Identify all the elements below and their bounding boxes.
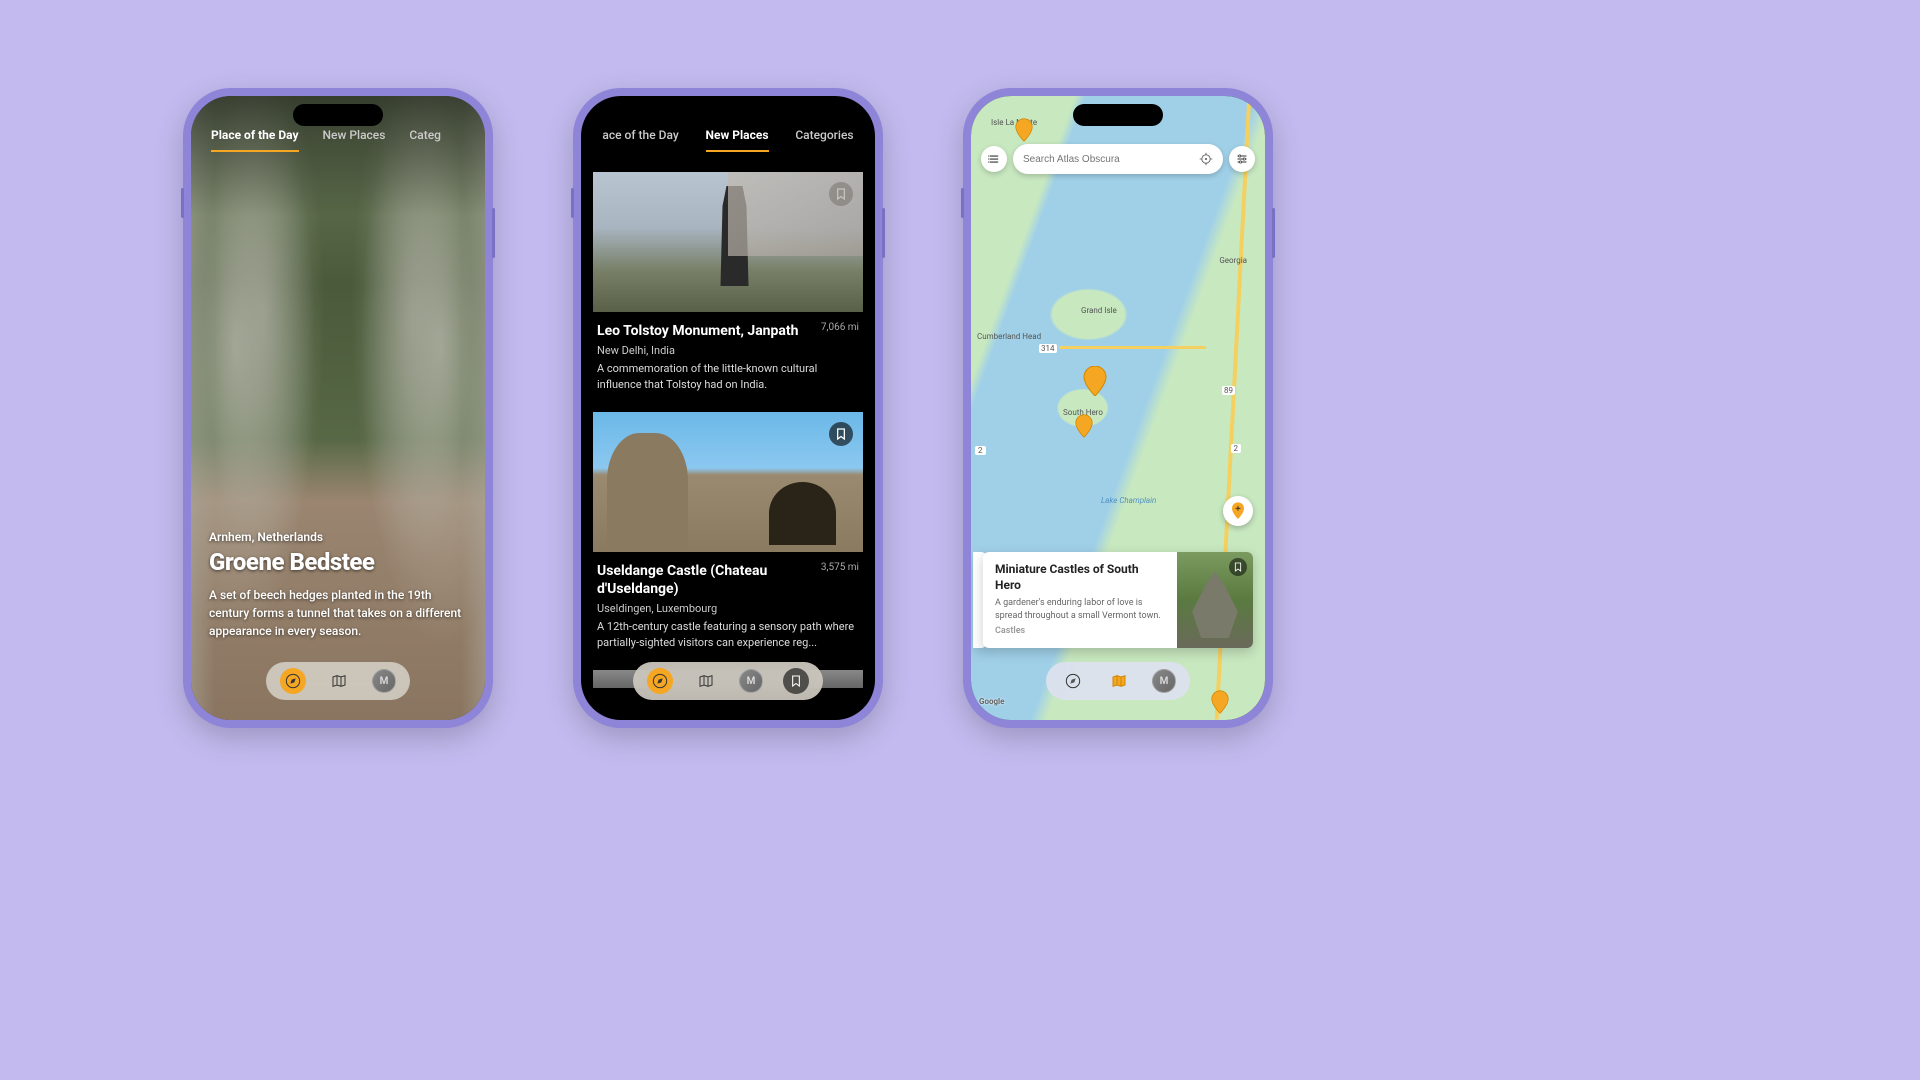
place-card-description: A 12th-century castle featuring a sensor…: [597, 619, 859, 650]
place-card-location: Useldingen, Luxembourg: [597, 602, 859, 615]
place-card-distance: 3,575 mi: [821, 562, 859, 573]
top-tabs: ace of the Day New Places Categories: [581, 128, 875, 152]
places-list[interactable]: Leo Tolstoy Monument, Janpath 7,066 mi N…: [593, 172, 863, 720]
list-icon: [988, 153, 1000, 165]
map-marker[interactable]: [1211, 690, 1229, 714]
place-card-distance: 7,066 mi: [821, 322, 859, 333]
bookmark-button[interactable]: [829, 422, 853, 446]
google-attribution: Google: [979, 697, 1005, 706]
bookmark-icon: [836, 188, 846, 200]
device-notch: [683, 104, 773, 126]
screen-map: Isle La Motte North Hero Georgia Grand I…: [971, 96, 1265, 720]
place-title: Groene Bedstee: [209, 548, 467, 576]
tab-place-of-day[interactable]: Place of the Day: [211, 128, 299, 152]
marker-plus-icon: [1230, 501, 1246, 521]
compass-icon: [652, 673, 668, 689]
phone-mockup-3: Isle La Motte North Hero Georgia Grand I…: [963, 88, 1273, 728]
place-image-monument: [593, 172, 863, 312]
screen-place-of-day: Place of the Day New Places Categ Arnhem…: [191, 96, 485, 720]
place-card-body: Useldange Castle (Chateau d'Useldange) 3…: [593, 552, 863, 650]
filter-button[interactable]: [1229, 146, 1255, 172]
compass-icon: [285, 673, 301, 689]
bottom-nav: M: [266, 662, 410, 700]
screen-new-places: ace of the Day New Places Categories Leo…: [581, 96, 875, 720]
phone-mockup-2: ace of the Day New Places Categories Leo…: [573, 88, 883, 728]
bookmark-button[interactable]: [1229, 558, 1247, 576]
search-input[interactable]: [1023, 154, 1199, 165]
map-route-2: 2: [975, 446, 986, 455]
map-search-row: [981, 144, 1255, 174]
bottom-nav: M: [1046, 662, 1190, 700]
nav-explore-button[interactable]: [1060, 668, 1086, 694]
map-place-card[interactable]: Miniature Castles of South Hero A garden…: [983, 552, 1253, 648]
tab-new-places[interactable]: New Places: [706, 128, 769, 152]
tab-new-places[interactable]: New Places: [323, 128, 386, 152]
compass-icon: [1065, 673, 1081, 689]
map-label-cumberland-head: Cumberland Head: [977, 332, 1041, 341]
place-description: A set of beech hedges planted in the 19t…: [209, 586, 467, 640]
place-info: Arnhem, Netherlands Groene Bedstee A set…: [209, 530, 467, 640]
map-marker-primary[interactable]: [1083, 366, 1107, 396]
map-icon: [1111, 673, 1127, 689]
place-card-description: A commemoration of the little-known cult…: [597, 361, 859, 392]
nav-map-button[interactable]: [1106, 668, 1132, 694]
place-card[interactable]: Useldange Castle (Chateau d'Useldange) 3…: [593, 412, 863, 650]
bookmark-icon: [791, 675, 801, 687]
map-route-89: 89: [1222, 386, 1235, 395]
nav-profile-button[interactable]: M: [372, 669, 396, 693]
tab-categories[interactable]: Categories: [795, 128, 853, 152]
search-box[interactable]: [1013, 144, 1223, 174]
place-location: Arnhem, Netherlands: [209, 530, 467, 544]
map-card-image: [1177, 552, 1253, 648]
phone-mockup-1: Place of the Day New Places Categ Arnhem…: [183, 88, 493, 728]
locate-icon[interactable]: [1199, 152, 1213, 166]
nav-explore-button[interactable]: [647, 668, 673, 694]
map-icon: [331, 673, 347, 689]
tab-categories[interactable]: Categ: [409, 128, 441, 152]
bookmark-button[interactable]: [829, 182, 853, 206]
map-marker[interactable]: [1075, 414, 1093, 438]
map-route-2: 2: [1231, 444, 1242, 453]
device-notch: [1073, 104, 1163, 126]
map-card-title: Miniature Castles of South Hero: [995, 562, 1165, 593]
list-view-button[interactable]: [981, 146, 1007, 172]
place-image-castle: [593, 412, 863, 552]
place-card-body: Leo Tolstoy Monument, Janpath 7,066 mi N…: [593, 312, 863, 392]
map-label-lake-champlain: Lake Champlain: [1101, 496, 1156, 505]
nav-profile-button[interactable]: M: [739, 669, 763, 693]
place-card-title: Leo Tolstoy Monument, Janpath: [597, 322, 798, 340]
tab-place-of-day[interactable]: ace of the Day: [602, 128, 678, 152]
map-marker[interactable]: [1015, 118, 1033, 142]
place-card[interactable]: Leo Tolstoy Monument, Janpath 7,066 mi N…: [593, 172, 863, 392]
nav-explore-button[interactable]: [280, 668, 306, 694]
sliders-icon: [1236, 153, 1248, 165]
bookmark-icon: [1234, 562, 1242, 572]
map-road: [1059, 346, 1206, 349]
add-place-button[interactable]: [1223, 496, 1253, 526]
device-notch: [293, 104, 383, 126]
place-card-location: New Delhi, India: [597, 344, 859, 357]
top-tabs: Place of the Day New Places Categ: [191, 128, 485, 152]
map-card-body: Miniature Castles of South Hero A garden…: [983, 552, 1177, 648]
nav-map-button[interactable]: [326, 668, 352, 694]
map-label-grand-isle: Grand Isle: [1081, 306, 1117, 315]
map-icon: [698, 673, 714, 689]
map-label-georgia: Georgia: [1219, 256, 1247, 265]
nav-profile-button[interactable]: M: [1152, 669, 1176, 693]
nav-bookmarks-button[interactable]: [783, 668, 809, 694]
map-route-314: 314: [1039, 344, 1057, 353]
bottom-nav: M: [633, 662, 823, 700]
map-card-category: Castles: [995, 626, 1165, 636]
nav-map-button[interactable]: [693, 668, 719, 694]
place-card-title: Useldange Castle (Chateau d'Useldange): [597, 562, 811, 598]
bookmark-icon: [836, 428, 846, 440]
map-card-description: A gardener's enduring labor of love is s…: [995, 597, 1165, 622]
